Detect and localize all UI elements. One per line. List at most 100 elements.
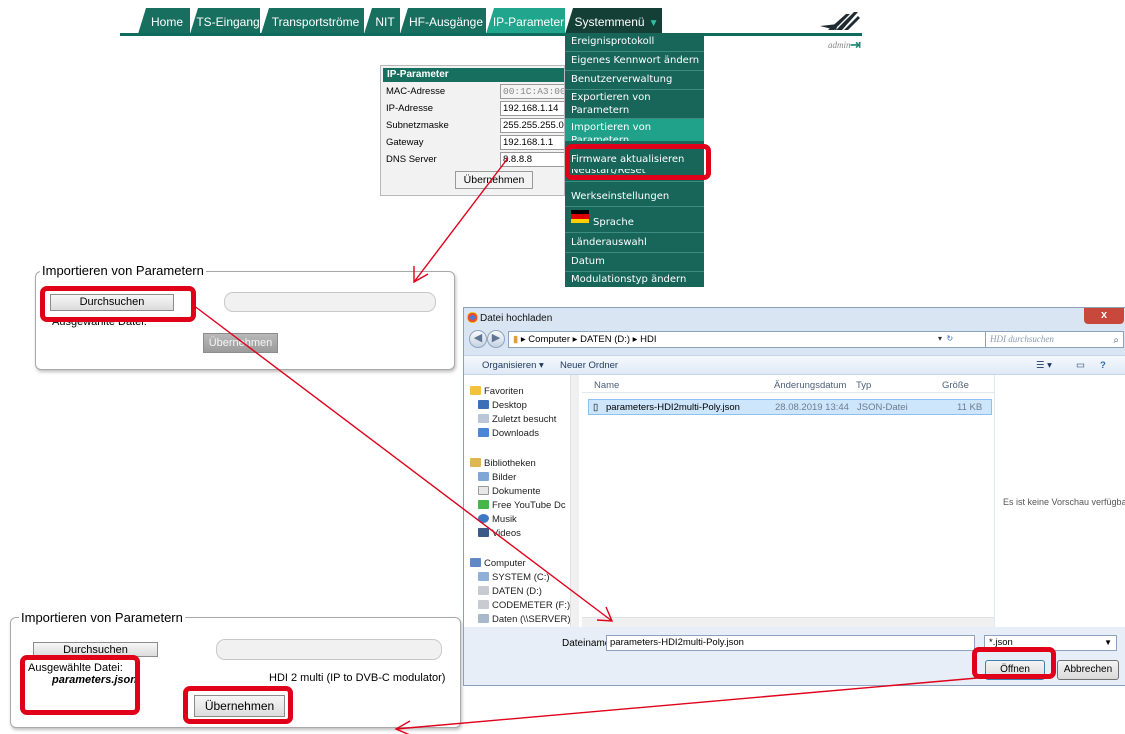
drive-icon [478, 572, 489, 581]
breadcrumb-computer[interactable]: Computer [528, 334, 570, 345]
menu-divider [565, 181, 704, 182]
menu-item-datum[interactable]: Datum [565, 255, 704, 268]
apply-button-disabled: Übernehmen [203, 333, 278, 353]
nav-downloads[interactable]: Downloads [478, 428, 539, 439]
view-options-icon[interactable]: ☰ ▾ [1036, 360, 1052, 371]
nav-libraries[interactable]: Bibliotheken [470, 458, 536, 469]
mac-field: 00:1C:A3:00:60 [500, 84, 564, 99]
mac-label: MAC-Adresse [386, 86, 446, 97]
nav-desktop[interactable]: Desktop [478, 400, 527, 411]
address-dropdown-icon[interactable]: ▾ ↻ [938, 331, 968, 348]
forward-icon[interactable]: ▶ [487, 330, 505, 348]
breadcrumb-hdi[interactable]: HDI [640, 334, 656, 345]
drive-icon [478, 600, 489, 609]
column-date[interactable]: Änderungsdatum [774, 380, 846, 391]
nav-youtube[interactable]: Free YouTube Dc [478, 500, 566, 511]
star-icon [470, 386, 481, 395]
file-name: parameters-HDI2multi-Poly.json [606, 402, 740, 413]
horizontal-scrollbar[interactable] [582, 617, 994, 627]
tab-systemmenue[interactable]: Systemmenü ▼ [565, 8, 662, 34]
tab-nit[interactable]: NIT [364, 8, 400, 34]
column-size[interactable]: Größe [942, 380, 969, 391]
highlight-firmware [565, 144, 711, 180]
nav-music[interactable]: Musik [478, 514, 517, 525]
menu-item-benutzerverwaltung[interactable]: Benutzerverwaltung [565, 73, 704, 86]
selected-file-display [216, 639, 442, 660]
desktop-icon [478, 400, 489, 409]
preview-pane-icon[interactable]: ▭ [1076, 360, 1085, 371]
logout-icon[interactable]: ⇥ [850, 37, 861, 53]
ip-row-mac: MAC-Adresse 00:1C:A3:00:60 [383, 83, 564, 100]
nav-videos[interactable]: Videos [478, 528, 521, 539]
nav-drive-d[interactable]: DATEN (D:) [478, 586, 542, 597]
tab-transportstroeme[interactable]: Transportströme [261, 8, 364, 34]
menu-item-werkseinstellungen[interactable]: Werkseinstellungen [565, 190, 704, 203]
nav-drive-c[interactable]: SYSTEM (C:) [478, 572, 550, 583]
subnet-field[interactable]: 255.255.255.0 [500, 118, 564, 133]
menu-item-importieren[interactable]: Importieren von Parametern [565, 119, 704, 141]
nav-baseline [120, 33, 862, 36]
cancel-button[interactable]: Abbrechen [1057, 660, 1119, 680]
menu-divider [565, 252, 704, 253]
ip-label: IP-Adresse [386, 103, 433, 114]
tab-ts-eingang[interactable]: TS-Eingang [190, 8, 260, 34]
navigation-pane: Favoriten Desktop Zuletzt besucht Downlo… [464, 375, 579, 627]
breadcrumb-daten[interactable]: DATEN (D:) [580, 334, 630, 345]
dns-field[interactable]: 8.8.8.8 [500, 152, 564, 167]
selected-file-display [224, 292, 436, 312]
menu-item-sprache[interactable]: Sprache [565, 216, 704, 229]
subnet-label: Subnetzmaske [386, 120, 449, 131]
browser-icon [467, 312, 478, 323]
chevron-down-icon: ▼ [648, 18, 659, 29]
address-bar[interactable]: ▮ ▸ Computer ▸ DATEN (D:) ▸ HDI [508, 331, 986, 348]
column-name[interactable]: Name [594, 380, 619, 391]
help-icon[interactable]: ? [1100, 360, 1106, 371]
column-type[interactable]: Typ [856, 380, 871, 391]
folder-icon: ▮ [513, 334, 519, 345]
menu-divider [565, 70, 704, 71]
nav-pictures[interactable]: Bilder [478, 472, 516, 483]
nav-drive-f[interactable]: CODEMETER (F:) [478, 600, 570, 611]
file-row[interactable]: ▯ parameters-HDI2multi-Poly.json 28.08.2… [588, 399, 992, 415]
menu-divider [565, 206, 704, 207]
main-nav: Home TS-Eingang Transportströme NIT HF-A… [120, 8, 860, 36]
file-size: 11 KB [957, 402, 983, 413]
dialog-toolbar: Organisieren ▾ Neuer Ordner ☰ ▾ ▭ ? [464, 355, 1125, 375]
back-icon[interactable]: ◀ [469, 330, 487, 348]
nav-computer[interactable]: Computer [470, 558, 526, 569]
brand-logo [820, 12, 860, 30]
search-icon: ⌕ [1113, 335, 1119, 346]
filename-input[interactable]: parameters-HDI2multi-Poly.json [606, 635, 975, 651]
new-folder-button[interactable]: Neuer Ordner [560, 360, 618, 371]
organize-button[interactable]: Organisieren ▾ [482, 360, 544, 371]
ip-parameter-panel: IP-Parameter MAC-Adresse 00:1C:A3:00:60 … [380, 65, 565, 196]
search-input[interactable]: HDI durchsuchen ⌕ [985, 331, 1124, 348]
menu-item-modulationstyp[interactable]: Modulationstyp ändern [565, 273, 704, 286]
tab-home[interactable]: Home [138, 8, 190, 34]
ip-apply-button[interactable]: Übernehmen [455, 171, 533, 189]
menu-item-kennwort[interactable]: Eigenes Kennwort ändern [565, 54, 704, 67]
menu-divider [565, 51, 704, 52]
nav-documents[interactable]: Dokumente [478, 486, 541, 497]
highlight-selected-file [20, 655, 140, 715]
close-button[interactable]: x [1084, 308, 1124, 324]
nav-pane-scrollbar[interactable] [570, 375, 579, 627]
preview-message: Es ist keine Vorschau verfügbar. [1003, 497, 1125, 507]
menu-divider [565, 232, 704, 233]
nav-network-drive[interactable]: Daten (\\SERVER) [478, 614, 571, 625]
menu-item-laenderauswahl[interactable]: Länderauswahl [565, 236, 704, 249]
pictures-icon [478, 472, 489, 481]
tab-hf-ausgaenge[interactable]: HF-Ausgänge [400, 8, 486, 34]
nav-favorites[interactable]: Favoriten [470, 386, 524, 397]
youtube-app-icon [478, 500, 489, 509]
menu-item-ereignisprotokoll[interactable]: Ereignisprotokoll [565, 35, 704, 48]
menu-item-exportieren[interactable]: Exportieren von Parametern [565, 91, 704, 117]
music-icon [478, 514, 489, 523]
nav-recent[interactable]: Zuletzt besucht [478, 414, 556, 425]
videos-icon [478, 528, 489, 537]
gateway-field[interactable]: 192.168.1.1 [500, 135, 564, 150]
recent-icon [478, 414, 489, 423]
ip-address-field[interactable]: 192.168.1.14 [500, 101, 564, 116]
tab-ip-parameter[interactable]: IP-Parameter [486, 8, 565, 34]
file-list-header: Name Änderungsdatum Typ Größe [582, 375, 994, 393]
